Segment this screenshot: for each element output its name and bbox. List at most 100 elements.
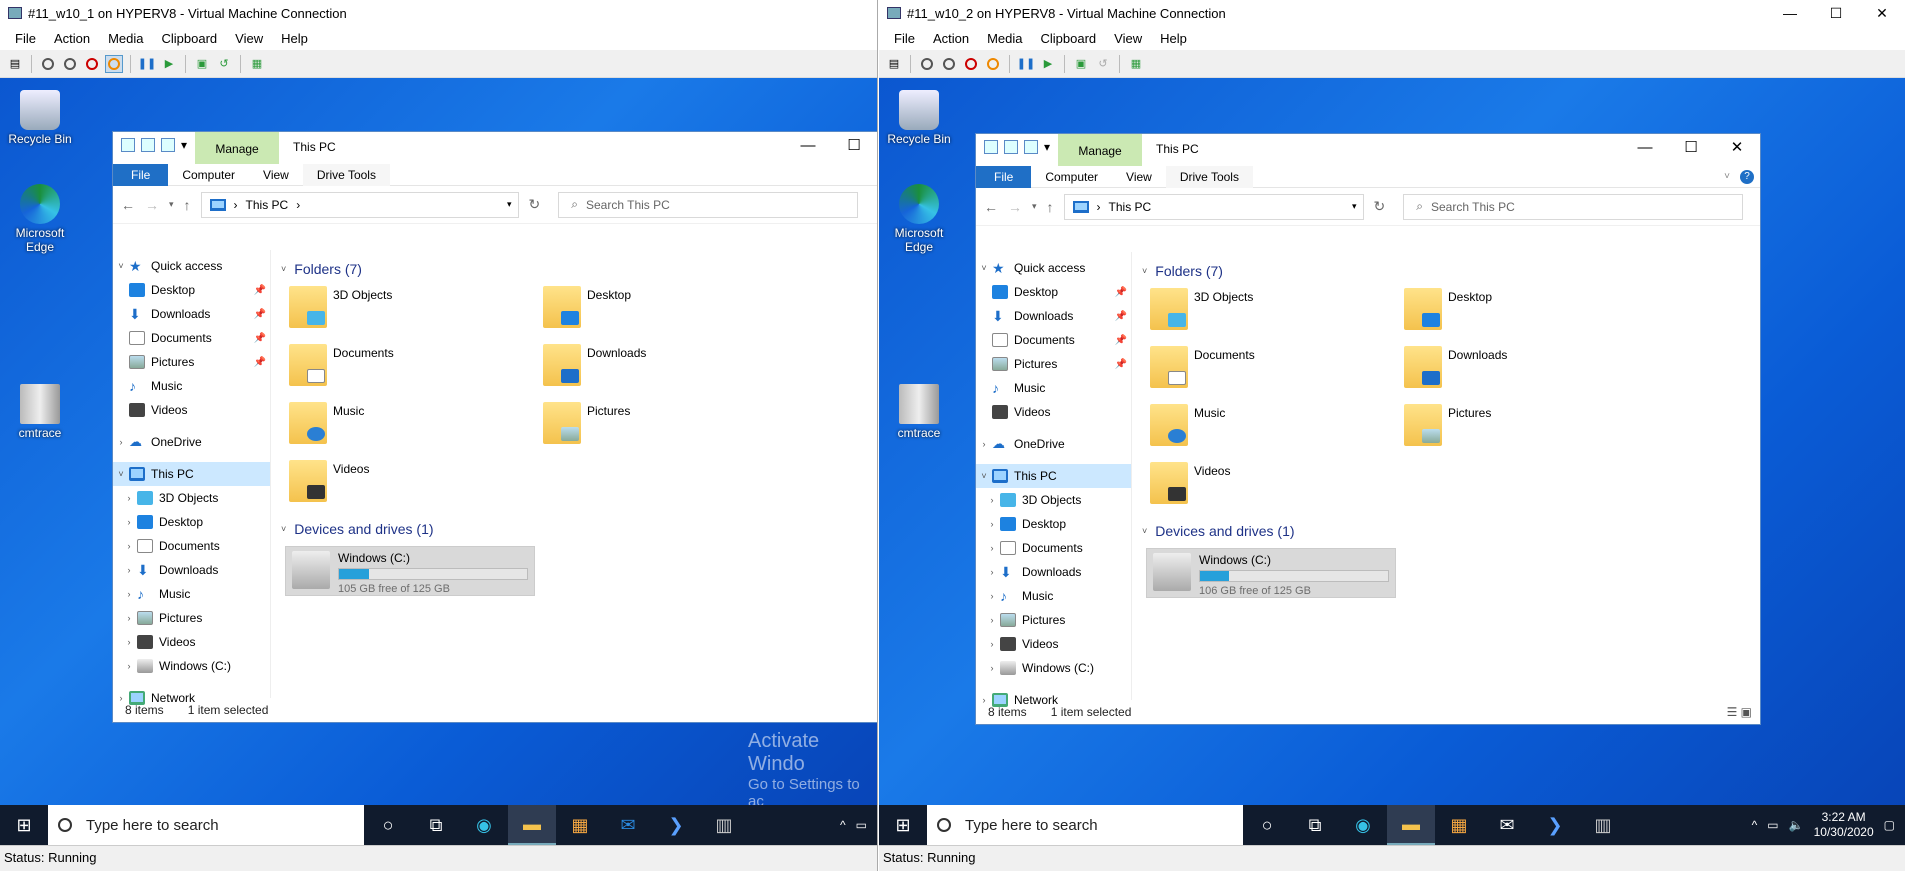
nav-qa-pictures[interactable]: Pictures 📌 xyxy=(113,350,270,374)
refresh-icon[interactable]: ↻ xyxy=(529,196,541,213)
nav-qa-videos[interactable]: Videos xyxy=(113,398,270,422)
start-icon[interactable] xyxy=(39,55,57,73)
nav-pc-documents[interactable]: › Documents xyxy=(976,536,1131,560)
nav-pc-desktop[interactable]: › Desktop xyxy=(976,512,1131,536)
shutdown-icon[interactable] xyxy=(83,55,101,73)
menu-view[interactable]: View xyxy=(1105,31,1151,46)
nav-onedrive[interactable]: › ☁ OneDrive xyxy=(113,430,270,454)
search-box[interactable]: ⌕ Search This PC xyxy=(558,191,859,218)
nav-this-pc[interactable]: ˅ This PC xyxy=(976,464,1131,488)
tab-view[interactable]: View xyxy=(249,164,303,186)
pause-icon[interactable]: ❚❚ xyxy=(138,55,156,73)
folder-videos[interactable]: Videos xyxy=(1150,462,1404,508)
nav-qa-music[interactable]: ♪ Music xyxy=(113,374,270,398)
refresh-icon[interactable]: ↻ xyxy=(1374,198,1386,215)
explorer-title-bar[interactable]: ▾ Manage This PC — ☐ xyxy=(113,132,877,164)
mail-icon[interactable]: ✉ xyxy=(604,805,652,845)
computer-icon[interactable] xyxy=(984,140,998,154)
new-folder-icon[interactable] xyxy=(161,138,175,152)
address-this-pc[interactable]: This PC xyxy=(246,198,289,212)
save-state-icon[interactable] xyxy=(984,55,1002,73)
expand-chevron-icon[interactable]: ˅ xyxy=(976,471,992,481)
store-icon[interactable]: ▦ xyxy=(556,805,604,845)
recycle-bin[interactable]: Recycle Bin xyxy=(0,90,80,146)
devices-group-header[interactable]: ˅ Devices and drives (1) xyxy=(1142,518,1750,544)
nav-pc-music[interactable]: › ♪ Music xyxy=(113,582,270,606)
back-icon[interactable]: ← xyxy=(984,199,998,215)
nav-qa-downloads[interactable]: ⬇ Downloads 📌 xyxy=(113,302,270,326)
vm2-title-bar[interactable]: #11_w10_2 on HYPERV8 - Virtual Machine C… xyxy=(879,0,1905,26)
cortana-icon[interactable]: ○ xyxy=(1243,805,1291,845)
nav-pc-3d-objects[interactable]: › 3D Objects xyxy=(113,486,270,510)
maximize-button[interactable]: ☐ xyxy=(1668,134,1714,162)
enhanced-session-icon[interactable]: ▦ xyxy=(248,55,266,73)
nav-qa-documents[interactable]: Documents 📌 xyxy=(976,328,1131,352)
powershell-icon[interactable]: ❯ xyxy=(1531,805,1579,845)
tab-view[interactable]: View xyxy=(1112,166,1166,188)
expand-chevron-icon[interactable]: › xyxy=(984,639,1000,649)
nav-qa-music[interactable]: ♪ Music xyxy=(976,376,1131,400)
menu-view[interactable]: View xyxy=(226,31,272,46)
expand-chevron-icon[interactable]: ˅ xyxy=(976,263,992,273)
close-button[interactable]: ✕ xyxy=(1859,0,1905,26)
turn-off-icon[interactable] xyxy=(940,55,958,73)
address-dropdown-icon[interactable]: ▾ xyxy=(507,199,512,210)
minimize-button[interactable]: — xyxy=(1622,134,1668,162)
folder-downloads[interactable]: Downloads xyxy=(543,344,797,390)
store-icon[interactable]: ▦ xyxy=(1435,805,1483,845)
back-icon[interactable]: ← xyxy=(121,197,135,213)
computer-icon[interactable] xyxy=(121,138,135,152)
shutdown-icon[interactable] xyxy=(962,55,980,73)
folder-music[interactable]: Music xyxy=(289,402,543,448)
address-bar[interactable]: › This PC ▾ xyxy=(1063,193,1364,220)
minimize-button[interactable]: — xyxy=(785,132,831,160)
nav-pc-videos[interactable]: › Videos xyxy=(976,632,1131,656)
start-icon[interactable] xyxy=(918,55,936,73)
nav-qa-pictures[interactable]: Pictures 📌 xyxy=(976,352,1131,376)
expand-chevron-icon[interactable]: › xyxy=(121,493,137,503)
tab-drive-tools[interactable]: Drive Tools xyxy=(1165,165,1253,188)
nav-onedrive[interactable]: › ☁ OneDrive xyxy=(976,432,1131,456)
help-icon[interactable]: ? xyxy=(1740,169,1754,184)
enhanced-session-icon[interactable]: ▦ xyxy=(1127,55,1145,73)
cmtrace-taskbar-icon[interactable]: ▥ xyxy=(1579,805,1627,845)
folder-documents[interactable]: Documents xyxy=(289,344,543,390)
nav-qa-downloads[interactable]: ⬇ Downloads 📌 xyxy=(976,304,1131,328)
nav-pc-pictures[interactable]: › Pictures xyxy=(113,606,270,630)
up-icon[interactable]: ↑ xyxy=(184,197,191,213)
task-view-icon[interactable]: ⧉ xyxy=(412,805,460,845)
expand-chevron-icon[interactable]: › xyxy=(121,589,137,599)
nav-pc-downloads[interactable]: › ⬇ Downloads xyxy=(976,560,1131,584)
file-explorer-taskbar-icon[interactable]: ▬ xyxy=(508,805,556,845)
taskbar-search[interactable]: Type here to search xyxy=(48,805,364,845)
recent-icon[interactable]: ▾ xyxy=(1032,201,1037,212)
checkpoint-icon[interactable]: ▣ xyxy=(193,55,211,73)
chevron-up-icon[interactable]: ^ xyxy=(1752,818,1758,832)
manage-tab[interactable]: Manage xyxy=(1058,134,1143,166)
address-dropdown-icon[interactable]: ▾ xyxy=(1352,201,1357,212)
menu-clipboard[interactable]: Clipboard xyxy=(153,31,227,46)
drive-windows-c[interactable]: Windows (C:) 106 GB free of 125 GB xyxy=(1146,548,1396,598)
expand-chevron-icon[interactable]: › xyxy=(121,565,137,575)
save-state-icon[interactable] xyxy=(105,54,123,73)
powershell-icon[interactable]: ❯ xyxy=(652,805,700,845)
clock[interactable]: 3:22 AM 10/30/2020 xyxy=(1814,810,1874,840)
customize-qat-icon[interactable]: ▾ xyxy=(1044,140,1050,154)
properties-icon[interactable] xyxy=(1004,140,1018,154)
tab-computer[interactable]: Computer xyxy=(1031,166,1112,188)
expand-chevron-icon[interactable]: › xyxy=(976,439,992,449)
turn-off-icon[interactable] xyxy=(61,55,79,73)
expand-chevron-icon[interactable]: › xyxy=(121,541,137,551)
nav-pc-music[interactable]: › ♪ Music xyxy=(976,584,1131,608)
task-view-icon[interactable]: ⧉ xyxy=(1291,805,1339,845)
folder-music[interactable]: Music xyxy=(1150,404,1404,450)
menu-file[interactable]: File xyxy=(885,31,924,46)
nav-quick-access[interactable]: ˅ ★ Quick access xyxy=(976,256,1131,280)
expand-chevron-icon[interactable]: › xyxy=(984,543,1000,553)
expand-chevron-icon[interactable]: › xyxy=(984,663,1000,673)
nav-qa-videos[interactable]: Videos xyxy=(976,400,1131,424)
folder-desktop[interactable]: Desktop xyxy=(543,286,797,332)
nav-pc-3d-objects[interactable]: › 3D Objects xyxy=(976,488,1131,512)
tab-computer[interactable]: Computer xyxy=(168,164,249,186)
nav-this-pc[interactable]: ˅ This PC xyxy=(113,462,270,486)
